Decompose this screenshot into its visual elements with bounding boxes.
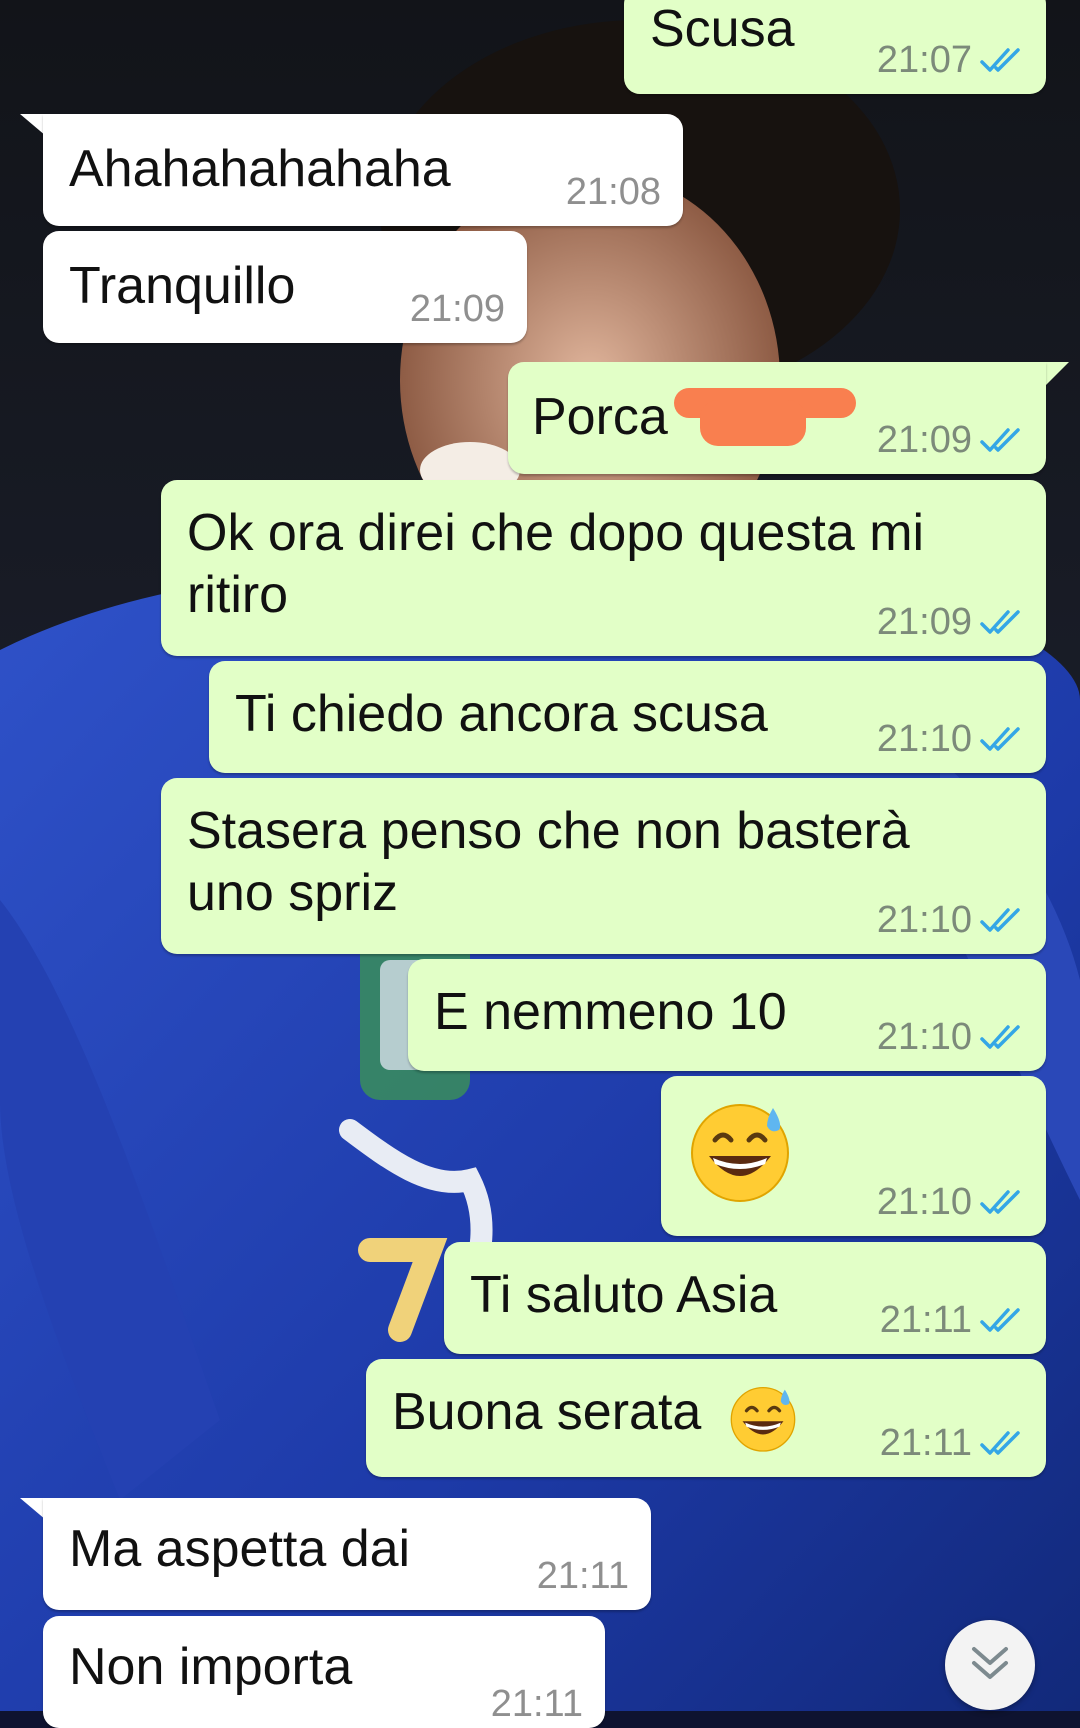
message-meta: 21:11: [491, 1684, 583, 1724]
message-bubble-outgoing[interactable]: E nemmeno 10 21:10: [408, 959, 1046, 1071]
message-meta: 21:08: [566, 172, 661, 212]
double-check-read-icon: [980, 1429, 1024, 1457]
message-bubble-incoming[interactable]: Ma aspetta dai 21:11: [43, 1498, 651, 1610]
message-text-line-1: Stasera penso che non basterà: [187, 802, 910, 860]
double-check-read-icon: [980, 906, 1024, 934]
message-text: Buona serata: [392, 1383, 702, 1441]
message-meta: 21:10: [877, 1182, 1024, 1222]
message-bubble-outgoing[interactable]: Scusa 21:07: [624, 0, 1046, 94]
message-text-line-2: ritiro: [187, 566, 289, 624]
message-meta: 21:09: [877, 602, 1024, 642]
message-time: 21:10: [876, 899, 972, 941]
message-bubble-outgoing[interactable]: Stasera penso che non basterà uno spriz …: [161, 778, 1046, 954]
message-bubble-outgoing[interactable]: Ti chiedo ancora scusa 21:10: [209, 661, 1046, 773]
message-text: Ma aspetta dai: [69, 1520, 411, 1578]
message-time: 21:10: [876, 1016, 972, 1058]
message-bubble-incoming[interactable]: Non importa 21:11: [43, 1616, 605, 1728]
double-check-read-icon: [980, 1188, 1024, 1216]
message-meta: 21:11: [880, 1300, 1024, 1340]
double-check-read-icon: [980, 46, 1024, 74]
message-time: 21:11: [490, 1683, 583, 1725]
message-bubble-outgoing[interactable]: Ok ora direi che dopo questa mi ritiro 2…: [161, 480, 1046, 656]
message-bubble-outgoing[interactable]: Ti saluto Asia 21:11: [444, 1242, 1046, 1354]
scroll-to-bottom-button[interactable]: [945, 1620, 1035, 1710]
message-text: Porca: [532, 388, 668, 446]
double-check-read-icon: [980, 426, 1024, 454]
message-text: Ti saluto Asia: [470, 1266, 778, 1324]
message-meta: 21:11: [537, 1556, 629, 1596]
message-meta: 21:07: [877, 40, 1024, 80]
message-time: 21:11: [536, 1555, 629, 1597]
message-time: 21:09: [876, 601, 972, 643]
grinning-face-with-sweat-emoji-icon: [728, 1383, 798, 1467]
message-text: Tranquillo: [69, 257, 296, 315]
message-meta: 21:10: [877, 719, 1024, 759]
message-time: 21:09: [409, 288, 505, 330]
message-text-line-1: Ok ora direi che dopo questa mi: [187, 504, 925, 562]
message-time: 21:11: [879, 1299, 972, 1341]
message-text: Ahahahahahaha: [69, 140, 451, 198]
message-time: 21:08: [565, 171, 661, 213]
message-bubble-incoming[interactable]: Ahahahahahaha 21:08: [43, 114, 683, 226]
message-time: 21:07: [876, 39, 972, 81]
double-check-read-icon: [980, 1306, 1024, 1334]
message-meta: 21:09: [877, 420, 1024, 460]
message-text: Scusa: [650, 0, 795, 58]
grinning-face-with-sweat-emoji-icon: [687, 1098, 793, 1218]
message-time: 21:09: [876, 419, 972, 461]
message-meta: 21:09: [410, 289, 505, 329]
message-meta: 21:11: [880, 1423, 1024, 1463]
double-chevron-down-icon: [968, 1643, 1012, 1688]
message-text: Ti chiedo ancora scusa: [235, 685, 768, 743]
message-meta: 21:10: [877, 900, 1024, 940]
message-bubble-outgoing[interactable]: 21:10: [661, 1076, 1046, 1236]
double-check-read-icon: [980, 608, 1024, 636]
message-time: 21:11: [879, 1422, 972, 1464]
double-check-read-icon: [980, 725, 1024, 753]
double-check-read-icon: [980, 1023, 1024, 1051]
message-time: 21:10: [876, 718, 972, 760]
message-bubble-outgoing[interactable]: Buona serata 21:11: [366, 1359, 1046, 1477]
message-text-line-2: uno spriz: [187, 864, 398, 922]
message-bubble-incoming[interactable]: Tranquillo 21:09: [43, 231, 527, 343]
message-bubble-outgoing[interactable]: Porca 21:09: [508, 362, 1046, 474]
message-time: 21:10: [876, 1181, 972, 1223]
message-meta: 21:10: [877, 1017, 1024, 1057]
bubble-tail: [1045, 362, 1069, 386]
redaction-mark: [700, 400, 806, 446]
message-text: Non importa: [69, 1638, 353, 1696]
message-text: E nemmeno 10: [434, 983, 787, 1041]
